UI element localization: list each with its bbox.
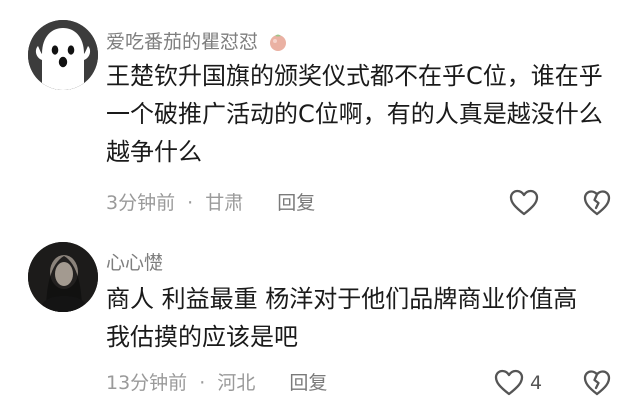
comment-meta: 13分钟前 · 河北 回复 [106, 370, 327, 396]
timestamp: 3分钟前 [106, 192, 176, 214]
heart-outline-icon [509, 189, 539, 216]
dislike-button[interactable] [583, 189, 611, 217]
like-button[interactable] [509, 189, 539, 217]
location: 甘肃 [205, 192, 244, 214]
reply-button[interactable]: 回复 [289, 370, 327, 396]
meta-separator: · [187, 192, 194, 214]
tomato-icon [268, 32, 288, 57]
like-button[interactable]: 4 [494, 369, 542, 397]
ghost-avatar-icon [28, 20, 98, 90]
username[interactable]: 爱吃番茄的瞿怼怼 [106, 27, 288, 57]
timestamp: 13分钟前 [106, 372, 188, 394]
username-text[interactable]: 心心憷 [106, 252, 163, 274]
avatar[interactable] [28, 242, 98, 312]
comment-text: 商人 利益最重 杨洋对于他们品牌商业价值高 我估摸的应该是吧 [106, 285, 578, 351]
comment-text: 王楚钦升国旗的颁奖仪式都不在乎C位，谁在乎一个破推广活动的C位啊，有的人真是越没… [106, 62, 603, 166]
heart-outline-icon [494, 369, 524, 396]
user-photo-avatar [28, 242, 98, 312]
meta-separator: · [199, 372, 206, 394]
broken-heart-icon [583, 190, 611, 216]
dislike-button[interactable] [583, 369, 611, 397]
comment-meta: 3分钟前 · 甘肃 回复 [106, 190, 315, 216]
reply-button[interactable]: 回复 [277, 190, 315, 216]
username[interactable]: 心心憷 [106, 248, 163, 275]
avatar[interactable] [28, 20, 98, 90]
username-text[interactable]: 爱吃番茄的瞿怼怼 [106, 31, 258, 53]
like-count: 4 [530, 372, 543, 394]
broken-heart-icon [583, 370, 611, 396]
location: 河北 [217, 372, 256, 394]
